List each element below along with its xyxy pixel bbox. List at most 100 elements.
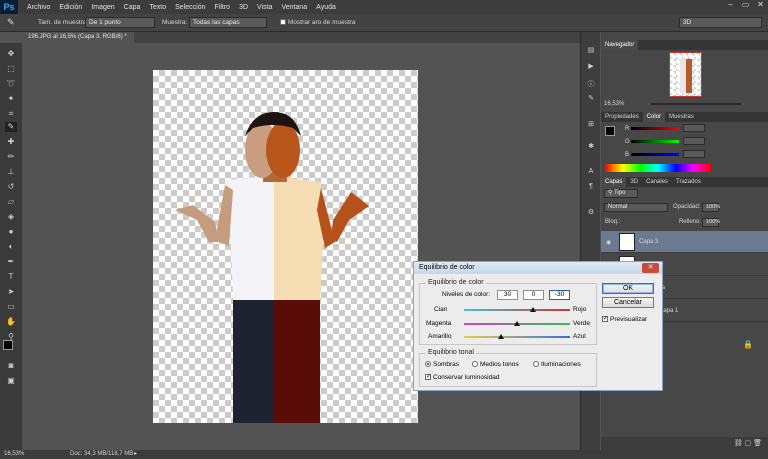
actions-icon[interactable]: ▶ [586, 62, 596, 71]
tab-swatches[interactable]: Muestras [665, 114, 698, 120]
layer-filter-select[interactable]: ⚲ Tipo [604, 189, 638, 198]
styles-icon[interactable]: ✱ [586, 142, 596, 151]
menu-item[interactable]: 3D [239, 4, 248, 11]
tab-properties[interactable]: Propiedades [601, 114, 643, 120]
eye-icon[interactable]: ◉ [606, 239, 611, 246]
color-spectrum-ramp[interactable] [605, 164, 711, 172]
link-layers-icon[interactable]: ⛓ [734, 440, 745, 447]
menu-item[interactable]: Filtro [215, 4, 231, 11]
highlights-radio[interactable]: Iluminaciones [533, 361, 581, 368]
status-arrow-icon[interactable]: ▸ [134, 450, 137, 459]
new-layer-icon[interactable]: ▢ [745, 440, 754, 447]
midtones-radio[interactable]: Medios tonos [472, 361, 519, 368]
delete-layer-icon[interactable]: 🗑 [753, 440, 762, 447]
sample-select[interactable]: Todas las capas [189, 17, 267, 28]
lasso-tool-icon[interactable]: ➰ [5, 79, 17, 89]
eraser-tool-icon[interactable]: ▱ [5, 197, 17, 207]
status-zoom[interactable]: 16,53% [4, 450, 24, 459]
navigator-thumbnail[interactable] [669, 52, 702, 97]
magenta-green-level-input[interactable]: 0 [523, 290, 544, 300]
ok-button[interactable]: OK [602, 283, 654, 294]
marquee-tool-icon[interactable]: ⬚ [5, 64, 17, 74]
tab-3d[interactable]: 3D [626, 179, 642, 185]
yellow-blue-slider[interactable] [464, 334, 570, 339]
brush-panel-icon[interactable]: ✎ [586, 94, 596, 103]
navigator-zoom-slider[interactable] [651, 103, 741, 105]
navigator-tab[interactable]: Navegador [601, 40, 639, 50]
hand-tool-icon[interactable]: ✋ [5, 317, 17, 327]
foreground-color-swatch[interactable] [3, 340, 13, 350]
blur-tool-icon[interactable]: ● [5, 227, 17, 237]
dialog-close-button[interactable]: ✕ [642, 263, 659, 273]
adjustments-icon[interactable]: ⊞ [586, 120, 596, 129]
screen-mode-icon[interactable]: ▣ [5, 376, 17, 386]
document-canvas[interactable] [153, 70, 418, 423]
path-select-icon[interactable]: ➤ [5, 287, 17, 297]
preserve-luminosity-label: Conservar luminosidad [433, 374, 500, 381]
shape-tool-icon[interactable]: ▭ [5, 302, 17, 312]
paragraph-icon[interactable]: ¶ [586, 182, 596, 191]
cancel-button[interactable]: Cancelar [602, 297, 654, 308]
show-ring-checkbox[interactable]: Mostrar aro de muestra [280, 19, 356, 26]
channel-r-slider[interactable] [631, 127, 679, 130]
workspace-select[interactable]: 3D [679, 17, 762, 28]
document-tab[interactable]: 196.JPG al 16,5% (Capa 3, RGB/8) * [22, 32, 134, 43]
navigator-zoom[interactable]: 16,53% [604, 101, 624, 107]
brush-tool-icon[interactable]: ✏ [5, 152, 17, 162]
info-icon[interactable]: ⓘ [586, 80, 596, 89]
tab-layers[interactable]: Capas [601, 177, 627, 187]
yellow-blue-level-input[interactable]: -30 [549, 290, 570, 300]
channel-b-slider[interactable] [631, 153, 679, 156]
fill-field[interactable]: 100% [702, 218, 720, 227]
menu-item[interactable]: Vista [257, 4, 272, 11]
maximize-button[interactable]: ▭ [738, 0, 753, 14]
tab-color[interactable]: Color [642, 112, 666, 122]
menu-item[interactable]: Ventana [281, 4, 307, 11]
eyedropper-tool-icon[interactable]: ✎ [5, 122, 17, 132]
channel-r-value[interactable] [683, 124, 705, 132]
channel-b-value[interactable] [683, 150, 705, 158]
preserve-luminosity-checkbox[interactable]: ✓ Conservar luminosidad [425, 374, 499, 381]
history-brush-icon[interactable]: ↺ [5, 182, 17, 192]
layer-row[interactable]: ◉ Capa 3 [601, 231, 768, 253]
menu-item[interactable]: Edición [59, 4, 82, 11]
eyedropper-icon[interactable]: ✎ [7, 17, 15, 28]
tab-paths[interactable]: Trazados [672, 179, 705, 185]
menu-item[interactable]: Archivo [27, 4, 50, 11]
quick-mask-icon[interactable]: ◙ [5, 361, 17, 371]
pen-tool-icon[interactable]: ✒ [5, 257, 17, 267]
preview-checkbox[interactable]: ✓ Previsualizar [602, 316, 647, 323]
opacity-field[interactable]: 100% [702, 203, 720, 212]
menu-item[interactable]: Ayuda [316, 4, 336, 11]
slider-thumb[interactable] [514, 321, 520, 326]
tab-channels[interactable]: Canales [642, 179, 672, 185]
channel-g-value[interactable] [683, 137, 705, 145]
shadows-radio[interactable]: Sombras [425, 361, 459, 368]
crop-tool-icon[interactable]: ⌗ [5, 109, 17, 119]
channel-g-slider[interactable] [631, 140, 679, 143]
menu-item[interactable]: Imagen [91, 4, 114, 11]
cyan-red-slider[interactable] [464, 307, 570, 312]
quick-select-tool-icon[interactable]: ✦ [5, 94, 17, 104]
dodge-tool-icon[interactable]: ◐ [5, 242, 17, 252]
blend-mode-select[interactable]: Normal [604, 203, 668, 212]
paint-bucket-icon[interactable]: ◈ [5, 212, 17, 222]
move-tool-icon[interactable]: ✥ [5, 49, 17, 59]
menu-item[interactable]: Selección [175, 4, 205, 11]
slider-thumb[interactable] [529, 307, 536, 312]
character-icon[interactable]: A [586, 167, 596, 176]
history-icon[interactable]: ▤ [586, 46, 596, 55]
stamp-tool-icon[interactable]: ⊥ [5, 167, 17, 177]
color-fg-swatch[interactable] [605, 126, 615, 136]
magenta-green-slider[interactable] [464, 321, 570, 326]
close-window-button[interactable]: ✕ [753, 0, 768, 14]
menu-item[interactable]: Texto [149, 4, 166, 11]
cyan-red-level-input[interactable]: 30 [497, 290, 518, 300]
sample-size-select[interactable]: De 1 punto [85, 17, 155, 28]
slider-thumb[interactable] [498, 334, 505, 339]
menu-item[interactable]: Capa [124, 4, 141, 11]
minimize-button[interactable]: – [723, 0, 738, 14]
healing-tool-icon[interactable]: ✚ [5, 137, 17, 147]
type-tool-icon[interactable]: T [5, 272, 17, 282]
tool-presets-icon[interactable]: ⚙ [586, 208, 596, 217]
